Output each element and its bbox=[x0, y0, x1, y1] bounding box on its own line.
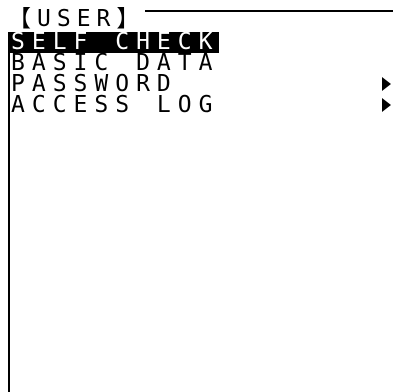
menu-list: SELF CHECK BASIC DATA PASSWORD ACCESS LO… bbox=[10, 31, 393, 118]
triangle-right-icon bbox=[382, 98, 391, 112]
triangle-right-icon bbox=[382, 77, 391, 91]
user-menu-screen: 【USER】 SELF CHECK BASIC DATA PASSWORD AC… bbox=[0, 0, 393, 392]
menu-item-access-log[interactable]: ACCESS LOG bbox=[10, 92, 393, 118]
menu-item-label: ACCESS LOG bbox=[11, 92, 220, 118]
